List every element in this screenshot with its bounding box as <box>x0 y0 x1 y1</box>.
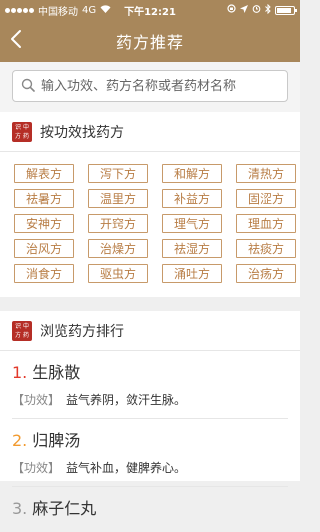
ranking-list-item[interactable]: 2. 归脾汤【功效】 益气补血，健脾养心。 <box>12 419 288 487</box>
status-bar: 中国移动 4G 下午12:21 <box>0 0 300 20</box>
ranking-list-item[interactable]: 1. 生脉散【功效】 益气养阴，敛汗生脉。 <box>12 351 288 419</box>
battery-icon <box>275 5 297 15</box>
search-icon <box>21 77 35 96</box>
status-left: 中国移动 4G <box>5 3 111 18</box>
effect-tag-button[interactable]: 治疡方 <box>236 264 296 283</box>
ranking-section: 识中方药 浏览药方排行 1. 生脉散 【功效】 益气养阴，敛汗生脉。 2. 归脾汤 【功效】… <box>0 311 300 518</box>
prescription-effect: 【功效】 益气补血，健脾养心。 <box>12 459 288 476</box>
effect-text: 益气补血，健脾养心。 <box>66 461 187 475</box>
effect-tag-button[interactable]: 清热方 <box>236 164 296 183</box>
search-container <box>0 62 300 112</box>
effect-tag-button[interactable]: 治风方 <box>14 239 74 258</box>
ranking-list-item[interactable]: 3. 麻子仁丸 <box>12 487 288 529</box>
location-arrow-icon <box>240 4 248 16</box>
effect-tag-button[interactable]: 理气方 <box>162 214 222 233</box>
effect-tag-button[interactable]: 涌吐方 <box>162 264 222 283</box>
carrier-label: 中国移动 <box>38 6 78 18</box>
network-label: 4G <box>82 4 97 16</box>
effect-tag-button[interactable]: 祛暑方 <box>14 189 74 208</box>
effect-tag-button[interactable]: 解表方 <box>14 164 74 183</box>
effect-tag-button[interactable]: 治燥方 <box>88 239 148 258</box>
effect-tag-button[interactable]: 祛湿方 <box>162 239 222 258</box>
prescription-name: 生脉散 <box>32 363 81 382</box>
by-effect-header: 识中方药 按功效找药方 <box>0 112 300 152</box>
page-title: 药方推荐 <box>115 33 184 52</box>
ranking-list: 1. 生脉散 【功效】 益气养阴，敛汗生脉。 2. 归脾汤 【功效】 益气补血，健脾养心。 3.… <box>0 351 300 529</box>
chevron-left-icon <box>10 29 22 53</box>
prescription-effect: 【功效】 益气养阴，敛汗生脉。 <box>12 391 288 408</box>
status-right <box>227 3 297 17</box>
search-input[interactable] <box>41 78 279 94</box>
prescription-name: 归脾汤 <box>32 431 81 450</box>
seal-logo-icon: 识中方药 <box>12 320 32 341</box>
rank-number: 2. <box>12 431 28 450</box>
effect-tag-button[interactable]: 泻下方 <box>88 164 148 183</box>
wifi-icon <box>100 4 111 16</box>
ranking-title: 浏览药方排行 <box>40 323 124 340</box>
effect-tag-button[interactable]: 开窍方 <box>88 214 148 233</box>
effect-tag-button[interactable]: 和解方 <box>162 164 222 183</box>
prescription-name: 麻子仁丸 <box>32 499 97 518</box>
effect-tag-button[interactable]: 祛痰方 <box>236 239 296 258</box>
section-divider <box>0 297 300 311</box>
effect-tag-button[interactable]: 安神方 <box>14 214 74 233</box>
ranking-name-row: 2. 归脾汤 <box>12 427 288 451</box>
ranking-name-row: 3. 麻子仁丸 <box>12 495 288 519</box>
rank-number: 3. <box>12 499 28 518</box>
effect-tag-button[interactable]: 理血方 <box>236 214 296 233</box>
effect-tag-button[interactable]: 消食方 <box>14 264 74 283</box>
search-box[interactable] <box>12 70 288 102</box>
signal-strength-icon <box>5 7 34 13</box>
nav-bar: 药方推荐 <box>0 20 300 62</box>
effect-tag-button[interactable]: 补益方 <box>162 189 222 208</box>
lock-rotation-icon <box>227 4 236 16</box>
back-button[interactable] <box>10 20 40 62</box>
by-effect-section: 识中方药 按功效找药方 解表方 泻下方 和解方 清热方祛暑方 温里方 补益方 固涩方安神方开… <box>0 112 300 297</box>
ranking-header: 识中方药 浏览药方排行 <box>0 311 300 351</box>
ranking-name-row: 1. 生脉散 <box>12 359 288 383</box>
by-effect-title: 按功效找药方 <box>40 124 124 141</box>
effect-text: 益气养阴，敛汗生脉。 <box>66 393 187 407</box>
rank-number: 1. <box>12 363 28 382</box>
effect-label: 【功效】 <box>12 393 61 407</box>
bluetooth-icon <box>265 3 271 17</box>
effect-tag-button[interactable]: 驱虫方 <box>88 264 148 283</box>
effect-tag-grid: 解表方 泻下方 和解方 清热方 祛暑方 温里方 补益方 固涩方 安神方 开窍方 理气方 理血方 治风方治… <box>0 152 300 297</box>
alarm-clock-icon <box>252 4 261 16</box>
seal-logo-icon: 识中方药 <box>12 121 32 142</box>
effect-label: 【功效】 <box>12 461 61 475</box>
effect-tag-button[interactable]: 固涩方 <box>236 189 296 208</box>
effect-tag-button[interactable]: 温里方 <box>88 189 148 208</box>
